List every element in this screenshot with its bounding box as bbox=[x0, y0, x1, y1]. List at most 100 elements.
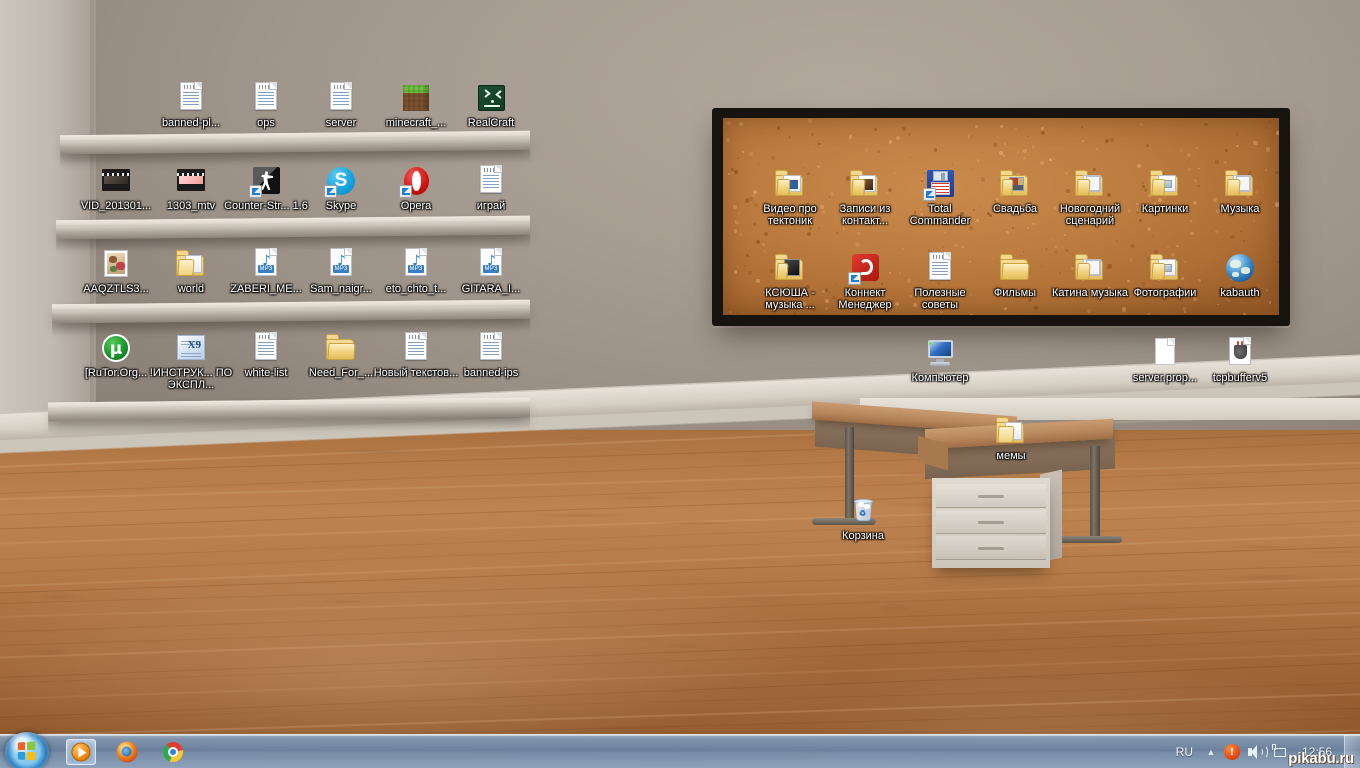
icon-label: AAQZTLS3... bbox=[83, 283, 149, 295]
desktop-icon-wall[interactable]: Компьютер bbox=[897, 337, 983, 384]
desktop-icon-shelf[interactable]: server bbox=[298, 82, 384, 129]
start-button[interactable] bbox=[5, 732, 49, 768]
icon-label: Фильмы bbox=[993, 287, 1037, 299]
desktop-icon-shelf[interactable]: ♪ MP3 Sam_naigr... bbox=[298, 248, 384, 295]
desktop-icon-room[interactable]: мемы bbox=[968, 415, 1054, 462]
icon-label: RealCraft bbox=[467, 117, 515, 129]
taskbar-button-chrome[interactable] bbox=[158, 739, 188, 765]
desktop-icon-shelf[interactable]: world bbox=[148, 248, 234, 295]
desktop-icon-shelf[interactable]: ♪ MP3 ZABERI_ME... bbox=[223, 248, 309, 295]
shortcut-arrow-icon bbox=[249, 185, 262, 198]
desktop-icon-wall[interactable]: server.prop... bbox=[1122, 337, 1208, 384]
desktop-icon-shelf[interactable]: ♪ MP3 eto_chto_t... bbox=[373, 248, 459, 295]
desktop-icon-shelf[interactable]: banned-ips bbox=[448, 332, 534, 379]
text-file-icon bbox=[180, 82, 202, 110]
desktop-icon-shelf[interactable]: 1303_mtv bbox=[148, 165, 234, 212]
shortcut-arrow-icon bbox=[399, 185, 412, 198]
folder-icon bbox=[1000, 254, 1030, 280]
computer-icon bbox=[925, 340, 955, 366]
globe-icon bbox=[1226, 254, 1254, 282]
desktop-icon-shelf[interactable]: RealCraft bbox=[448, 82, 534, 129]
icon-glyph: µ bbox=[100, 332, 132, 364]
desktop-icon-corkboard[interactable]: Музыка bbox=[1197, 168, 1283, 215]
desk-leg-right-foot bbox=[1060, 536, 1122, 543]
desktop-icon-corkboard[interactable]: kabauth bbox=[1197, 252, 1283, 299]
desktop-icon-shelf[interactable]: VID_201301... bbox=[73, 165, 159, 212]
desktop-icon-corkboard[interactable]: Фильмы bbox=[972, 252, 1058, 299]
icon-label: GITARA_I... bbox=[461, 283, 521, 295]
icon-label: server bbox=[325, 117, 357, 129]
show-desktop-button[interactable] bbox=[1344, 735, 1360, 768]
desktop-icon-shelf[interactable]: µ [RuTor.Org... bbox=[73, 332, 159, 379]
network-icon[interactable] bbox=[1268, 735, 1292, 768]
taskbar[interactable]: RU ▲ 12:56 pikabu.ru bbox=[0, 732, 1360, 768]
desktop-icon-corkboard[interactable]: Коннект Менеджер bbox=[822, 252, 908, 311]
text-file-icon bbox=[255, 332, 277, 360]
desktop-icon-shelf[interactable]: banned-pl... bbox=[148, 82, 234, 129]
folder-video-icon bbox=[775, 170, 805, 196]
desktop-icon-wall[interactable]: tcpbufferv5 bbox=[1197, 337, 1283, 384]
desktop-icon-shelf[interactable]: играй bbox=[448, 165, 534, 212]
icon-glyph bbox=[325, 82, 357, 114]
icon-glyph bbox=[175, 248, 207, 280]
icon-glyph: ♪ MP3 bbox=[250, 248, 282, 280]
desktop-icon-corkboard[interactable]: Видео про тектоник bbox=[747, 168, 833, 227]
icon-label: Counter-Str... 1.6 bbox=[224, 200, 308, 212]
icon-label: Новый текстов... bbox=[373, 367, 459, 379]
taskbar-button-media-player[interactable] bbox=[66, 739, 96, 765]
icon-glyph bbox=[995, 415, 1027, 447]
mp3-icon: ♪ MP3 bbox=[480, 248, 502, 276]
icon-glyph bbox=[1074, 252, 1106, 284]
desktop-icon-corkboard[interactable]: Картинки bbox=[1122, 168, 1208, 215]
text-file-icon bbox=[405, 332, 427, 360]
desktop-icon-shelf[interactable]: Opera bbox=[373, 165, 459, 212]
system-tray: RU ▲ 12:56 bbox=[1167, 735, 1360, 768]
desktop-icon-corkboard[interactable]: КСЮША - музыка ... bbox=[747, 252, 833, 311]
desktop-icon-corkboard[interactable]: Фотографии bbox=[1122, 252, 1208, 299]
icon-label: 1303_mtv bbox=[166, 200, 216, 212]
icon-label: Свадьба bbox=[992, 203, 1038, 215]
text-file-icon bbox=[480, 165, 502, 193]
icon-label: Полезные советы bbox=[914, 287, 966, 311]
volume-icon[interactable] bbox=[1244, 735, 1268, 768]
desktop-icon-shelf[interactable]: white-list bbox=[223, 332, 309, 379]
desktop-icon-corkboard[interactable]: Новогодний сценарий bbox=[1047, 168, 1133, 227]
utorrent-icon: µ bbox=[102, 334, 130, 362]
desktop-icon-corkboard[interactable]: Total Commander bbox=[897, 168, 983, 227]
icon-glyph bbox=[475, 82, 507, 114]
media-player-icon bbox=[71, 742, 91, 762]
desktop-icon-shelf[interactable]: minecraft_... bbox=[373, 82, 459, 129]
icon-glyph bbox=[475, 165, 507, 197]
folder-open-icon bbox=[996, 417, 1026, 443]
language-indicator[interactable]: RU bbox=[1167, 745, 1202, 759]
desk-leg-right bbox=[1090, 446, 1100, 542]
desktop-icon-shelf[interactable]: Х9 !ИНСТРУК... ПО ЭКСПЛ... bbox=[148, 332, 234, 391]
taskbar-button-firefox[interactable] bbox=[112, 739, 142, 765]
chrome-icon bbox=[163, 742, 183, 762]
desktop-icon-room[interactable]: ♻ Корзина bbox=[820, 495, 906, 542]
desktop-icon-corkboard[interactable]: Свадьба bbox=[972, 168, 1058, 215]
show-hidden-icons-button[interactable]: ▲ bbox=[1202, 747, 1220, 757]
desktop-icon-shelf[interactable]: S Skype bbox=[298, 165, 384, 212]
icon-glyph bbox=[100, 165, 132, 197]
shortcut-arrow-icon bbox=[923, 188, 936, 201]
desktop-icon-shelf[interactable]: Need_For_... bbox=[298, 332, 384, 379]
desktop-icon-corkboard[interactable]: Записи из контакт... bbox=[822, 168, 908, 227]
desktop-icon-corkboard[interactable]: Катина музыка bbox=[1047, 252, 1133, 299]
wall-shelf-3 bbox=[51, 299, 531, 324]
action-center-alert-icon[interactable] bbox=[1220, 735, 1244, 768]
desktop-icon-shelf[interactable]: Counter-Str... 1.6 bbox=[223, 165, 309, 212]
desktop-icon-shelf[interactable]: ops bbox=[223, 82, 309, 129]
icon-label: Коннект Менеджер bbox=[838, 287, 892, 311]
taskbar-clock[interactable]: 12:56 bbox=[1292, 735, 1344, 768]
icon-label: Новогодний сценарий bbox=[1059, 203, 1121, 227]
icon-glyph bbox=[175, 82, 207, 114]
folder-pics-icon bbox=[1150, 254, 1180, 280]
icon-glyph bbox=[400, 332, 432, 364]
desktop-icon-shelf[interactable]: Новый текстов... bbox=[373, 332, 459, 379]
desktop-icon-shelf[interactable]: AAQZTLS3... bbox=[73, 248, 159, 295]
desktop-icon-corkboard[interactable]: Полезные советы bbox=[897, 252, 983, 311]
icon-label: world bbox=[177, 283, 205, 295]
desktop-icon-shelf[interactable]: ♪ MP3 GITARA_I... bbox=[448, 248, 534, 295]
icon-label: КСЮША - музыка ... bbox=[765, 287, 815, 311]
